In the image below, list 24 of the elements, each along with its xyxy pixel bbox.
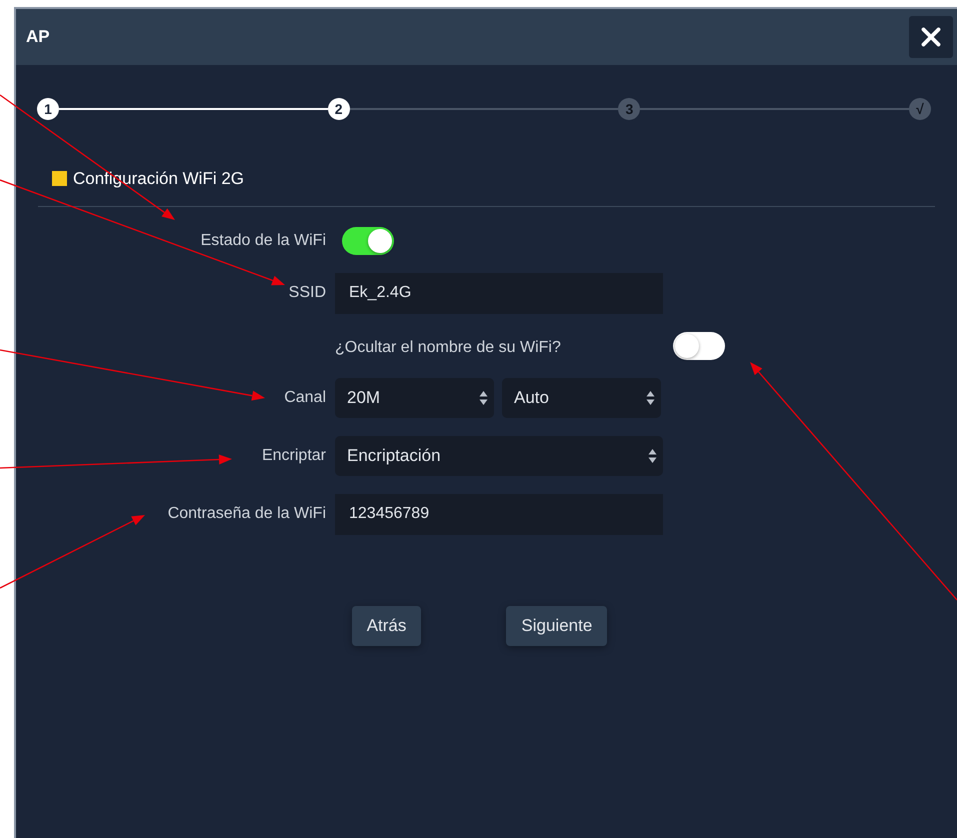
field-label: SSID — [288, 283, 326, 303]
toggle-switch[interactable] — [342, 226, 394, 254]
window-title: AP — [26, 26, 50, 48]
updown-icon — [646, 390, 655, 406]
select-field[interactable]: Encriptación — [335, 436, 663, 476]
field-label: Estado de la WiFi — [200, 230, 326, 250]
select-value: Encriptación — [347, 444, 441, 467]
toggle-switch[interactable] — [673, 332, 725, 360]
updown-icon — [648, 448, 657, 464]
field-label: Canal — [284, 388, 326, 408]
field-label: Contraseña de la WiFi — [168, 504, 326, 524]
field-label: Encriptar — [262, 446, 326, 466]
select-field[interactable]: 20M — [335, 378, 494, 418]
close-button[interactable] — [909, 16, 953, 58]
select-field[interactable]: Auto — [502, 378, 661, 418]
updown-icon — [479, 390, 488, 406]
input-field[interactable]: Ek_2.4G — [335, 272, 663, 314]
input-field[interactable]: 123456789 — [335, 494, 663, 534]
nav-button[interactable]: Siguiente — [506, 606, 608, 646]
select-value: 20M — [347, 386, 380, 409]
field-label: ¿Ocultar el nombre de su WiFi? — [335, 338, 562, 358]
nav-button[interactable]: Atrás — [352, 606, 422, 646]
select-value: Auto — [514, 386, 549, 409]
section-marker — [52, 171, 67, 186]
